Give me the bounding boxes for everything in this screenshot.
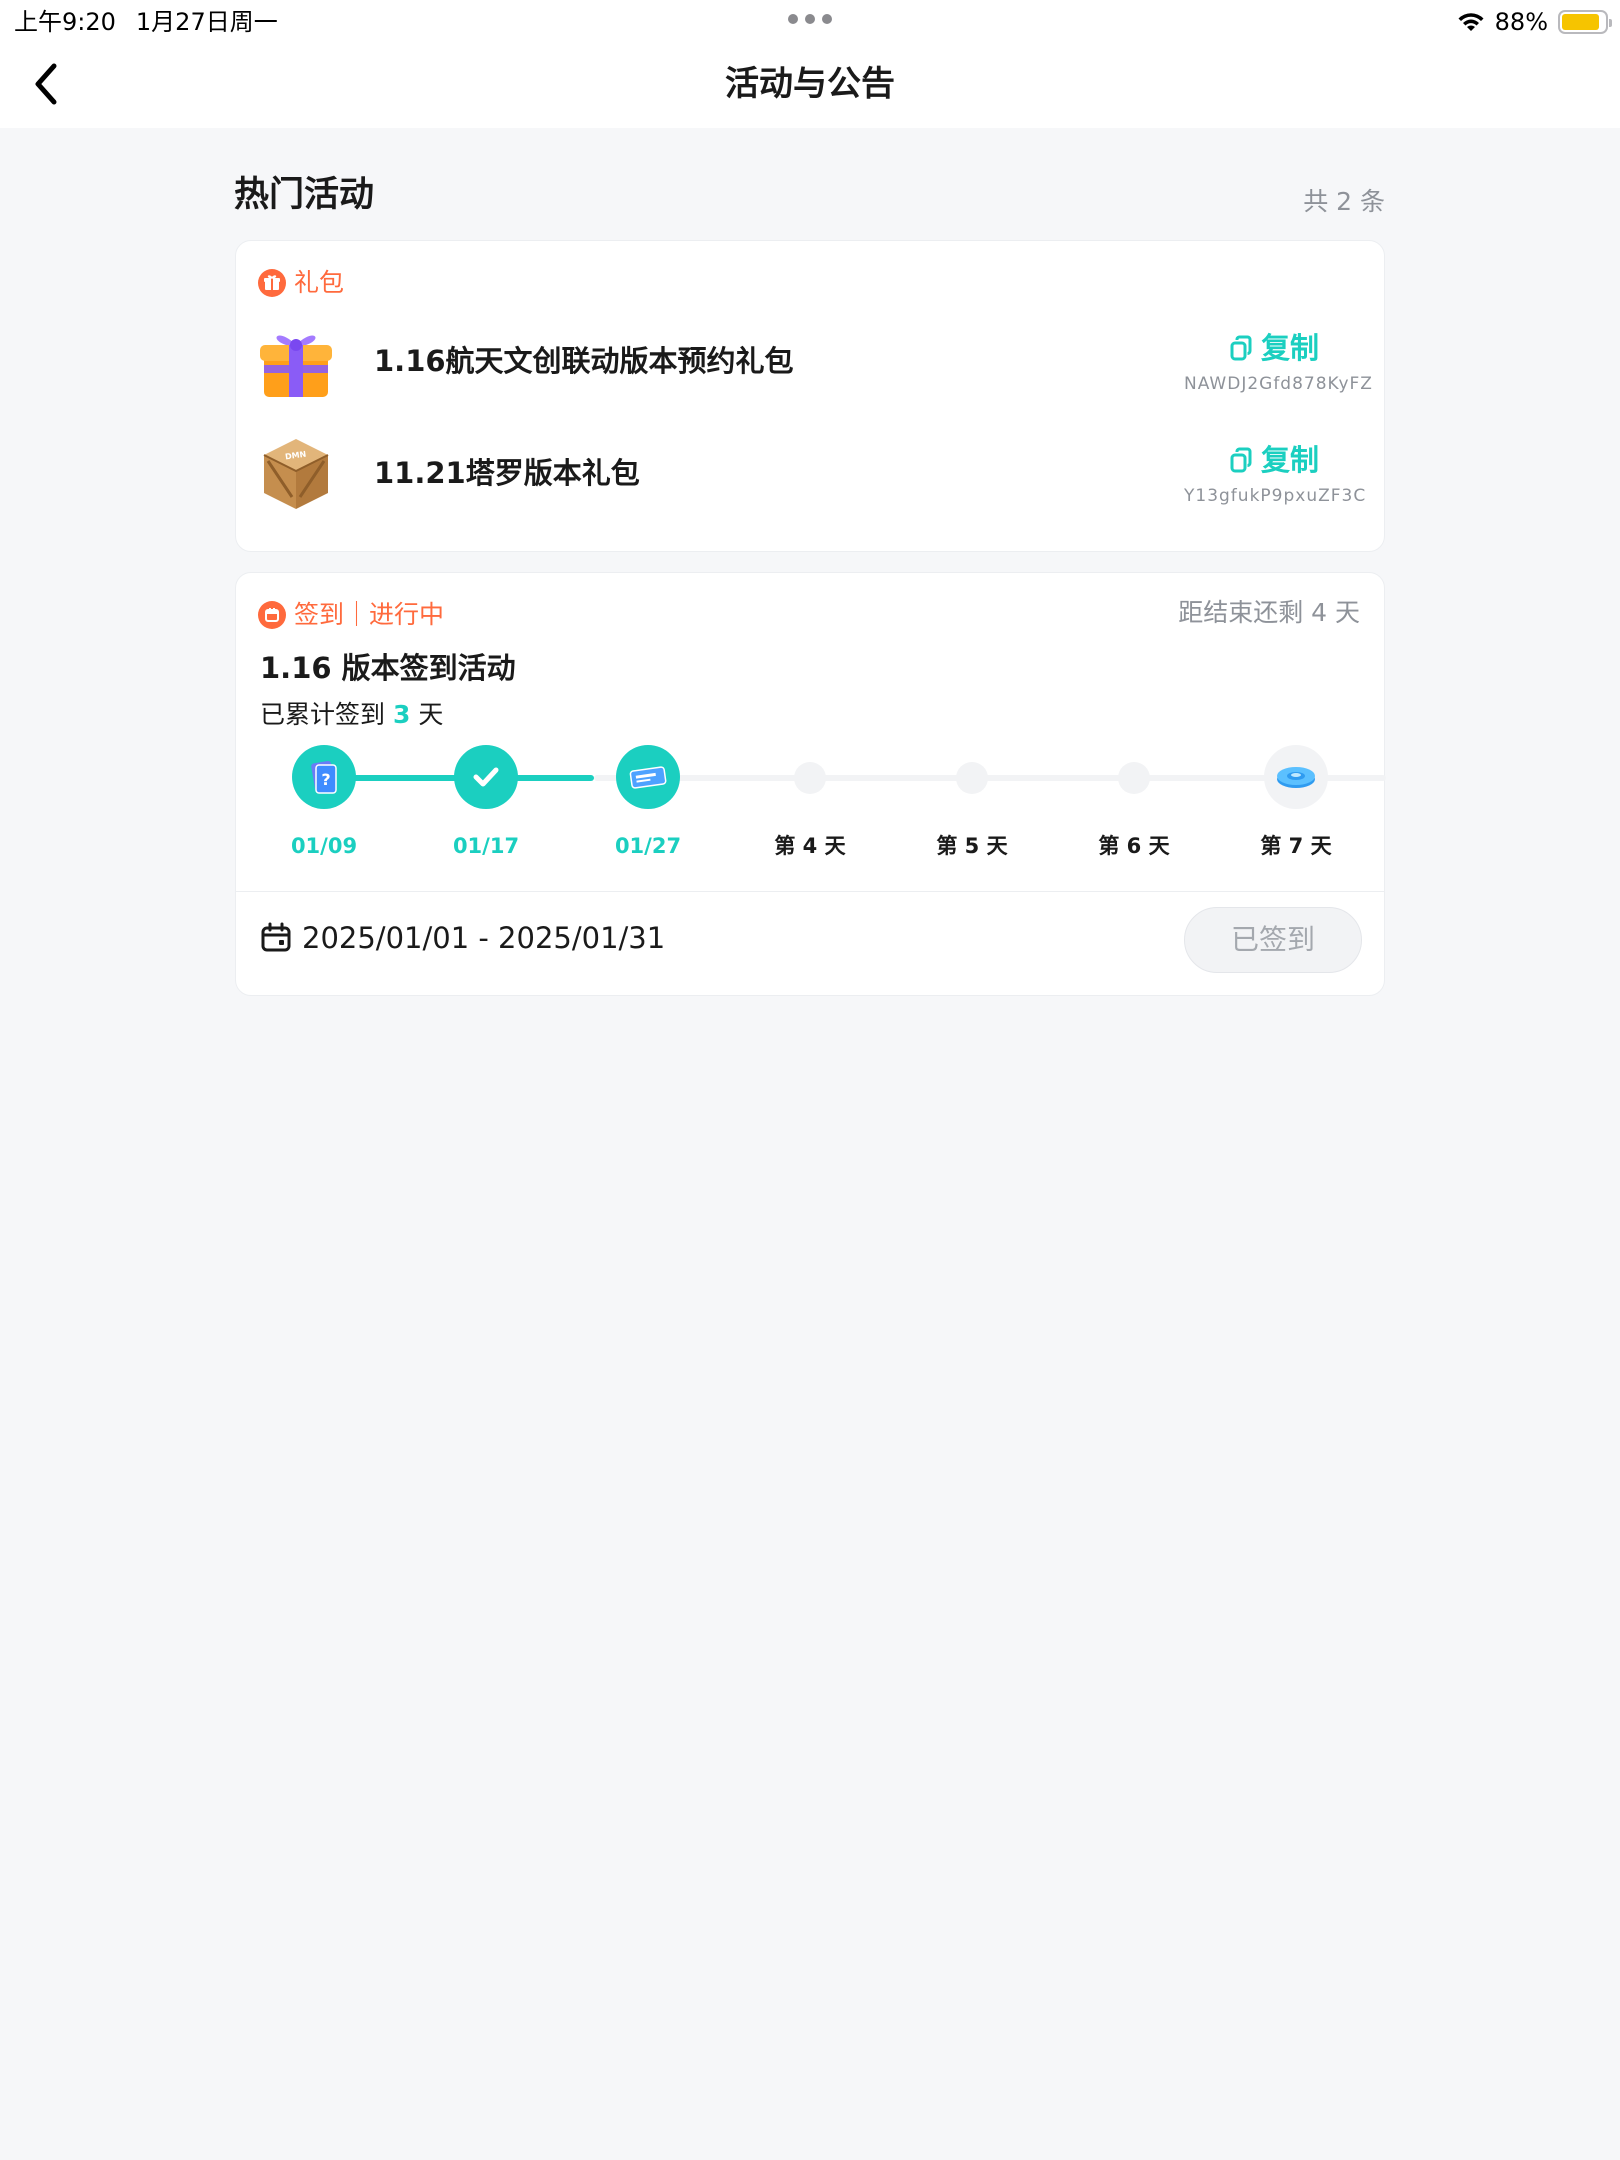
battery-icon xyxy=(1558,10,1612,34)
sign-in-tag: 签到｜进行中 xyxy=(258,597,444,633)
signed-button[interactable]: 已签到 xyxy=(1184,907,1362,973)
sign-in-count: 已累计签到 3 天 xyxy=(260,697,443,733)
gift-tag: 礼包 xyxy=(258,265,344,301)
section-count: 共 2 条 xyxy=(1303,187,1385,216)
ticket-icon xyxy=(616,745,680,809)
check-icon xyxy=(454,745,518,809)
sign-in-day: 01/17 xyxy=(411,743,561,873)
gift-pack-card: 礼包 1.16航天文创联动版本预约礼包 复制 NAWDJ2Gfd878KyFZ xyxy=(235,240,1385,552)
purple-gift-box-icon xyxy=(260,335,332,397)
wifi-icon xyxy=(1458,13,1484,31)
gift-tag-label: 礼包 xyxy=(294,268,345,297)
status-time: 上午9:20 xyxy=(14,8,116,36)
sign-in-title: 1.16 版本签到活动 xyxy=(260,651,516,685)
gift-item: 1.16航天文创联动版本预约礼包 复制 NAWDJ2Gfd878KyFZ xyxy=(256,316,1373,406)
sign-in-track: ? 01/09 01/17 01/27 第 4 天 第 5 天 第 6 天 第 … xyxy=(236,743,1386,873)
day-label: 01/17 xyxy=(452,834,520,858)
gift-code: Y13gfukP9pxuZF3C xyxy=(1184,486,1367,506)
calendar-tag-icon xyxy=(258,601,286,629)
sign-in-card: 签到｜进行中 距结束还剩 4 天 1.16 版本签到活动 已累计签到 3 天 ?… xyxy=(235,572,1386,996)
gift-item: DMN 11.21塔罗版本礼包 复制 Y13gfukP9pxuZF3C xyxy=(256,428,1367,518)
sign-in-tag-label: 签到｜进行中 xyxy=(294,600,445,629)
copy-icon xyxy=(1230,447,1252,473)
day-label: 第 4 天 xyxy=(774,834,846,858)
status-date: 1月27日周一 xyxy=(135,8,278,36)
date-range: 2025/01/01 - 2025/01/31 xyxy=(260,917,665,959)
sign-in-day: 第 4 天 xyxy=(735,743,885,873)
gift-name: 11.21塔罗版本礼包 xyxy=(374,456,640,490)
sign-in-day: 第 6 天 xyxy=(1059,743,1209,873)
sign-in-day: 01/27 xyxy=(573,743,723,873)
date-range-text: 2025/01/01 - 2025/01/31 xyxy=(302,921,666,955)
page-title: 活动与公告 xyxy=(725,64,895,104)
pending-dot-icon xyxy=(956,762,988,794)
sign-in-count-value: 3 xyxy=(392,700,411,729)
day-label: 第 5 天 xyxy=(936,834,1008,858)
copy-button[interactable]: 复制 NAWDJ2Gfd878KyFZ xyxy=(1184,328,1373,396)
status-bar-left: 上午9:20 1月27日周一 xyxy=(14,4,278,40)
remaining-days: 距结束还剩 4 天 xyxy=(1178,598,1360,627)
sign-in-day: ? 01/09 xyxy=(249,743,399,873)
day-label: 01/27 xyxy=(614,834,682,858)
sign-in-count-prefix: 已累计签到 xyxy=(260,700,386,729)
gift-name: 1.16航天文创联动版本预约礼包 xyxy=(374,344,794,378)
top-bar: 上午9:20 1月27日周一 88% 活动与公告 xyxy=(0,0,1620,128)
mystery-card-icon: ? xyxy=(292,745,356,809)
day-label: 第 6 天 xyxy=(1098,834,1170,858)
day-label: 第 7 天 xyxy=(1260,834,1332,858)
blue-disc-icon xyxy=(1264,745,1328,809)
copy-label: 复制 xyxy=(1260,331,1319,365)
divider xyxy=(236,891,1384,892)
copy-icon xyxy=(1230,335,1252,361)
copy-button[interactable]: 复制 Y13gfukP9pxuZF3C xyxy=(1184,440,1367,508)
svg-text:?: ? xyxy=(321,770,330,789)
pending-dot-icon xyxy=(1118,762,1150,794)
multitasking-dots-icon[interactable] xyxy=(788,14,832,24)
sign-in-count-suffix: 天 xyxy=(418,700,444,729)
status-bar-right: 88% xyxy=(1457,4,1612,40)
section-title: 热门活动 xyxy=(234,175,375,215)
day-label: 01/09 xyxy=(290,834,358,858)
battery-percent: 88% xyxy=(1494,8,1548,36)
sign-in-day: 第 7 天 xyxy=(1221,743,1371,873)
sign-in-day: 第 5 天 xyxy=(897,743,1047,873)
gift-code: NAWDJ2Gfd878KyFZ xyxy=(1184,374,1373,394)
calendar-icon xyxy=(261,922,291,952)
gift-tag-icon xyxy=(258,269,286,297)
pending-dot-icon xyxy=(794,762,826,794)
wooden-crate-icon: DMN xyxy=(263,439,329,509)
copy-label: 复制 xyxy=(1260,443,1319,477)
